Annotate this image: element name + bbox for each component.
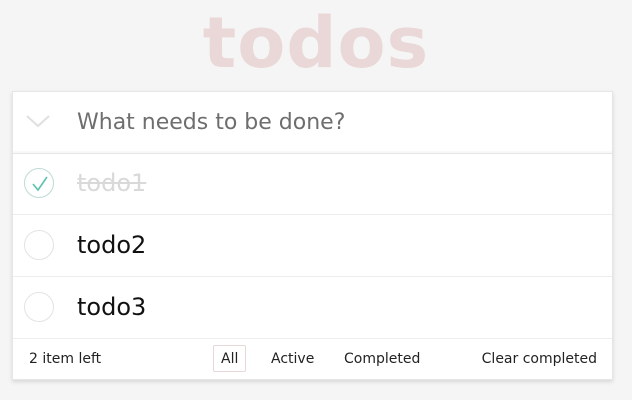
filter-active-link[interactable]: Active: [263, 345, 322, 372]
app-title: todos: [202, 2, 430, 84]
filter-completed-link[interactable]: Completed: [336, 345, 428, 372]
todo-item[interactable]: todo1: [13, 153, 612, 215]
toggle-all-button[interactable]: [23, 106, 53, 136]
todo-toggle-checkbox[interactable]: [24, 292, 54, 322]
filter-all-link[interactable]: All: [213, 345, 247, 372]
todo-toggle-checkbox[interactable]: [24, 230, 54, 260]
items-left-count: 2 item left: [29, 351, 102, 367]
todo-footer: 2 item left All Active Completed Clear c…: [13, 339, 612, 380]
checkmark-icon: [32, 176, 48, 192]
new-todo-input[interactable]: [77, 92, 597, 152]
todo-toggle-checkbox[interactable]: [24, 168, 54, 198]
todo-app: todo1 todo2 todo3 2 item left All Active…: [12, 91, 613, 380]
todo-label: todo2: [77, 231, 147, 259]
todo-item[interactable]: todo3: [13, 277, 612, 339]
clear-completed-button[interactable]: Clear completed: [482, 339, 597, 380]
todo-item[interactable]: todo2: [13, 215, 612, 277]
new-todo-row: [13, 92, 612, 154]
todo-label: todo3: [77, 293, 147, 321]
chevron-down-icon: [26, 115, 50, 128]
todo-label: todo1: [77, 169, 147, 197]
